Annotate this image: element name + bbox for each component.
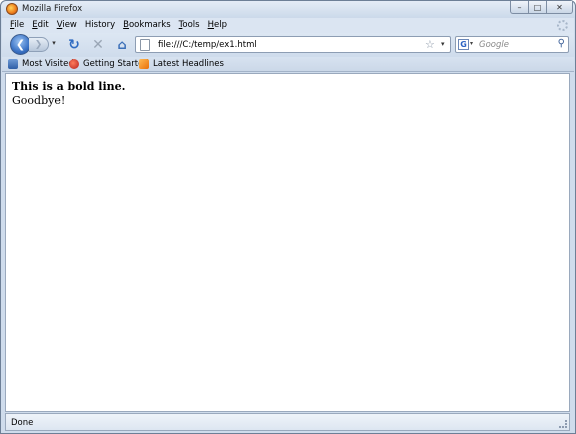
menu-tools[interactable]: Tools: [179, 18, 200, 33]
folder-icon: [8, 59, 18, 69]
url-text[interactable]: file:///C:/temp/ex1.html: [158, 40, 257, 50]
reload-icon[interactable]: ↻: [66, 37, 82, 53]
search-icon[interactable]: ⚲: [558, 38, 565, 49]
back-button[interactable]: ❮: [10, 34, 31, 55]
engine-dropdown-icon[interactable]: ▾: [470, 40, 473, 47]
navigation-toolbar: ❮ ❯ ▾ ↻ ✕ ⌂ file:///C:/temp/ex1.html ☆ ▾…: [2, 33, 574, 56]
title-bar[interactable]: Mozilla Firefox – □ ✕: [1, 1, 575, 18]
maximize-button[interactable]: □: [528, 1, 547, 14]
goodbye-line: Goodbye!: [12, 94, 66, 107]
page-icon: [140, 39, 150, 51]
home-icon[interactable]: ⌂: [114, 37, 130, 53]
menu-help[interactable]: Help: [208, 18, 227, 33]
firefox-bookmark-icon: [69, 59, 79, 69]
page-content: This is a bold line. Goodbye!: [5, 73, 570, 412]
search-bar[interactable]: G ▾ Google ⚲: [455, 36, 569, 53]
minimize-button[interactable]: –: [510, 1, 529, 14]
menu-view[interactable]: View: [57, 18, 77, 33]
forward-button[interactable]: ❯: [29, 37, 49, 52]
window-title: Mozilla Firefox: [22, 4, 83, 14]
bookmarks-toolbar: Most Visited Getting Started Latest Head…: [2, 57, 574, 72]
status-bar: Done: [5, 413, 570, 431]
bookmark-latest-headlines[interactable]: Latest Headlines: [139, 59, 224, 69]
bookmark-most-visited[interactable]: Most Visited: [8, 59, 74, 69]
stop-icon[interactable]: ✕: [90, 37, 106, 53]
rss-icon: [139, 59, 149, 69]
close-button[interactable]: ✕: [546, 1, 573, 14]
status-text: Done: [11, 418, 34, 428]
bookmark-getting-started[interactable]: Getting Started: [69, 59, 149, 69]
menu-edit[interactable]: Edit: [32, 18, 48, 33]
bookmark-star-icon[interactable]: ☆: [425, 38, 435, 51]
search-engine-icon[interactable]: G: [458, 39, 469, 50]
url-dropdown-icon[interactable]: ▾: [441, 40, 445, 48]
browser-window: Mozilla Firefox – □ ✕ File Edit View His…: [0, 0, 576, 434]
resize-grip-icon[interactable]: [559, 420, 567, 428]
bookmark-label: Latest Headlines: [153, 59, 224, 69]
firefox-icon: [6, 3, 18, 15]
url-bar[interactable]: file:///C:/temp/ex1.html ☆ ▾: [135, 36, 451, 53]
bold-line: This is a bold line.: [12, 80, 126, 93]
bookmark-label: Most Visited: [22, 59, 74, 69]
history-dropdown-icon[interactable]: ▾: [50, 39, 58, 50]
search-input[interactable]: Google: [479, 40, 509, 50]
menu-bar: File Edit View History Bookmarks Tools H…: [2, 18, 574, 33]
menu-bookmarks[interactable]: Bookmarks: [123, 18, 171, 33]
menu-file[interactable]: File: [10, 18, 24, 33]
throbber-icon: [557, 20, 568, 31]
menu-history[interactable]: History: [85, 18, 115, 33]
